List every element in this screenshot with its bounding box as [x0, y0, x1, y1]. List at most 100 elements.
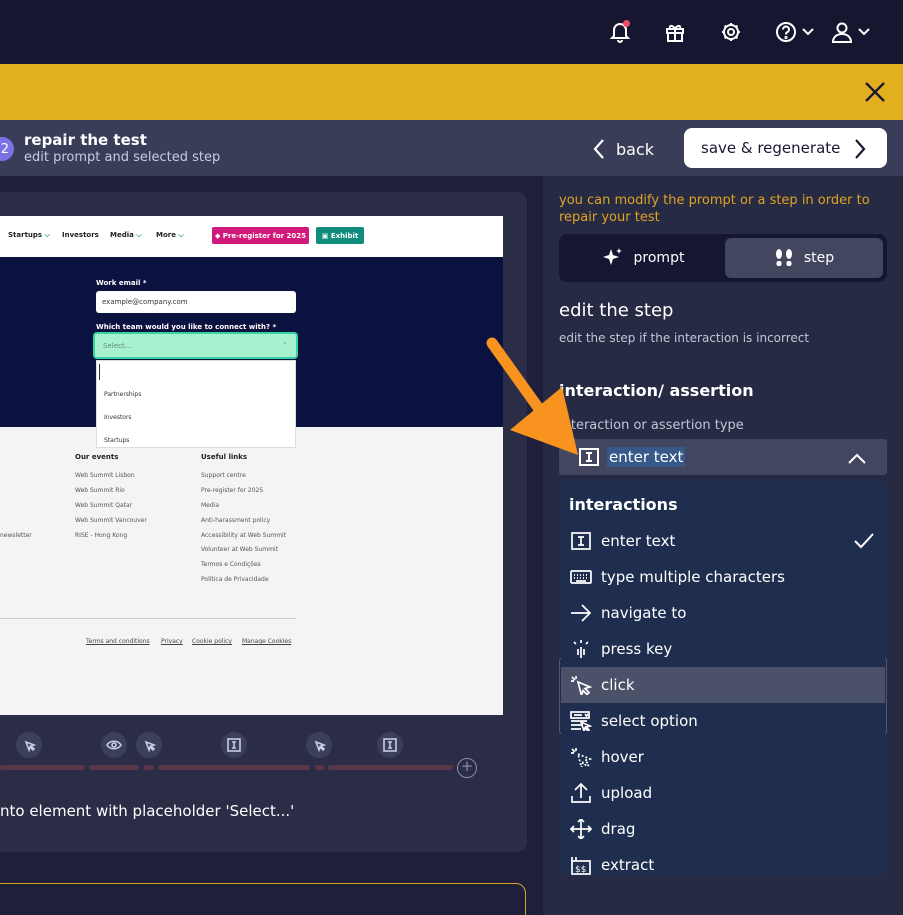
- timeline-segment: [144, 765, 154, 770]
- footer-link: Web Summit Rio: [75, 487, 125, 494]
- top-bar: [0, 0, 903, 64]
- user-icon[interactable]: [831, 18, 873, 46]
- timeline-segment: [158, 765, 310, 770]
- chevron-right-icon: [855, 139, 866, 159]
- legal-link: Privacy: [161, 638, 183, 645]
- save-label: save & regenerate: [701, 139, 841, 157]
- nav-more: More ⌵: [156, 231, 184, 239]
- tab-step[interactable]: step: [725, 238, 883, 278]
- step-click-icon[interactable]: [136, 732, 162, 758]
- extract-icon: $$: [570, 855, 592, 875]
- interaction-type-select[interactable]: enter text: [559, 439, 887, 475]
- repair-subtitle: edit prompt and selected step: [24, 150, 221, 165]
- step-eye-icon[interactable]: [101, 732, 127, 758]
- tab-step-label: step: [803, 250, 835, 266]
- bottom-card: [0, 883, 526, 915]
- menu-item-drag[interactable]: drag: [561, 811, 885, 847]
- edit-mode-toggle: prompt step: [559, 234, 887, 282]
- footer-link: RISE - Hong Kong: [75, 532, 128, 539]
- option-investors: Investors: [104, 414, 132, 421]
- announcement-banner: [0, 64, 903, 120]
- exhibit-button: ▣ Exhibit: [316, 227, 364, 244]
- footer-link: Media: [201, 502, 220, 509]
- events-heading: Our events: [75, 453, 119, 461]
- gift-icon[interactable]: [661, 18, 689, 46]
- edit-step-subtitle: edit the step if the interaction is inco…: [559, 331, 810, 345]
- legal-link: Terms and conditions: [86, 638, 150, 645]
- chevron-up-icon: [847, 450, 867, 469]
- edit-step-title: edit the step: [559, 300, 674, 321]
- tab-prompt[interactable]: prompt: [563, 238, 723, 278]
- page-screenshot: Startups ⌵ Investors Media ⌵ More ⌵ ◆ Pr…: [0, 216, 503, 715]
- useful-heading: Useful links: [201, 453, 248, 461]
- menu-item-select-option[interactable]: select option: [561, 703, 885, 739]
- notification-dot: [623, 20, 630, 27]
- footer-link: Web Summit Lisbon: [75, 472, 135, 479]
- back-button[interactable]: back: [592, 136, 654, 162]
- footer-link: Termos e Condições: [201, 561, 261, 568]
- email-field: example@company.com: [96, 291, 296, 313]
- help-icon[interactable]: [775, 18, 817, 46]
- menu-item-upload[interactable]: upload: [561, 775, 885, 811]
- chevron-left-icon: [593, 139, 604, 159]
- footsteps-icon: [775, 249, 792, 266]
- footer-link: Anti-harassment policy: [201, 517, 271, 524]
- legal-link: Cookie policy: [192, 638, 232, 645]
- bell-icon[interactable]: [606, 18, 634, 46]
- gear-icon[interactable]: [717, 18, 745, 46]
- drag-icon: [569, 817, 593, 841]
- step-text-icon[interactable]: [221, 732, 247, 758]
- footer-link: Política de Privacidade: [201, 576, 269, 583]
- keyboard-icon: [570, 567, 592, 587]
- back-label: back: [616, 139, 655, 159]
- option-startups: Startups: [104, 437, 130, 444]
- footer-link: Web Summit Vancouver: [75, 517, 147, 524]
- preregister-button: ◆ Pre-register for 2025: [212, 227, 309, 244]
- footer-link: Support centre: [201, 472, 246, 479]
- team-label: Which team would you like to connect wit…: [96, 323, 277, 331]
- nav-startups: Startups ⌵: [8, 231, 50, 239]
- step-description: nto element with placeholder 'Select...': [0, 802, 295, 820]
- step-text-icon[interactable]: [377, 732, 403, 758]
- select-option-icon: [570, 711, 593, 734]
- menu-item-navigate[interactable]: navigate to: [561, 595, 885, 631]
- menu-item-type-multiple[interactable]: type multiple characters: [561, 559, 885, 595]
- timeline-segment: [0, 765, 85, 770]
- svg-text:$$: $$: [575, 865, 586, 875]
- cursor-click-icon: [570, 675, 593, 699]
- newsletter-text: newsletter: [0, 532, 32, 539]
- step-click-icon[interactable]: [306, 732, 332, 758]
- upload-icon: [570, 782, 592, 803]
- menu-item-click[interactable]: click: [561, 667, 885, 703]
- legal-link: Manage Cookies: [242, 638, 292, 645]
- menu-item-enter-text[interactable]: enter text: [561, 523, 885, 559]
- nav-media: Media ⌵: [110, 231, 142, 239]
- nav-investors: Investors: [62, 231, 99, 239]
- tab-prompt-label: prompt: [633, 250, 685, 266]
- selected-type-value: enter text: [607, 447, 686, 467]
- footer-link: Pre-register for 2025: [201, 487, 264, 494]
- footer-link: Volunteer at Web Summit: [201, 546, 278, 553]
- interaction-dropdown: interactions enter text type multiple ch…: [561, 479, 885, 876]
- timeline-segment: [89, 765, 139, 770]
- arrow-right-icon: [570, 603, 592, 623]
- option-partnerships: Partnerships: [104, 391, 142, 398]
- close-icon[interactable]: [863, 80, 887, 104]
- email-label: Work email *: [96, 279, 147, 287]
- repair-hint: you can modify the prompt or a step in o…: [559, 193, 870, 225]
- hover-icon: [570, 747, 593, 771]
- footer-link: Accessibility at Web Summit: [201, 532, 287, 539]
- menu-item-press-key[interactable]: press key: [561, 631, 885, 667]
- team-select: Select... ⌃: [93, 332, 298, 359]
- chevron-up-icon: ⌃: [282, 341, 288, 349]
- step-click-icon[interactable]: [16, 732, 42, 758]
- team-options-list: Partnerships Investors Startups: [96, 360, 296, 448]
- menu-item-extract[interactable]: $$ extract: [561, 847, 885, 876]
- menu-heading: interactions: [569, 495, 678, 514]
- footer-divider: [0, 618, 296, 619]
- save-regenerate-button[interactable]: save & regenerate: [684, 128, 887, 168]
- sparkle-icon: [602, 248, 622, 265]
- menu-item-hover[interactable]: hover: [561, 739, 885, 775]
- footer-link: Web Summit Qatar: [75, 502, 133, 509]
- add-step-button[interactable]: +: [457, 758, 477, 778]
